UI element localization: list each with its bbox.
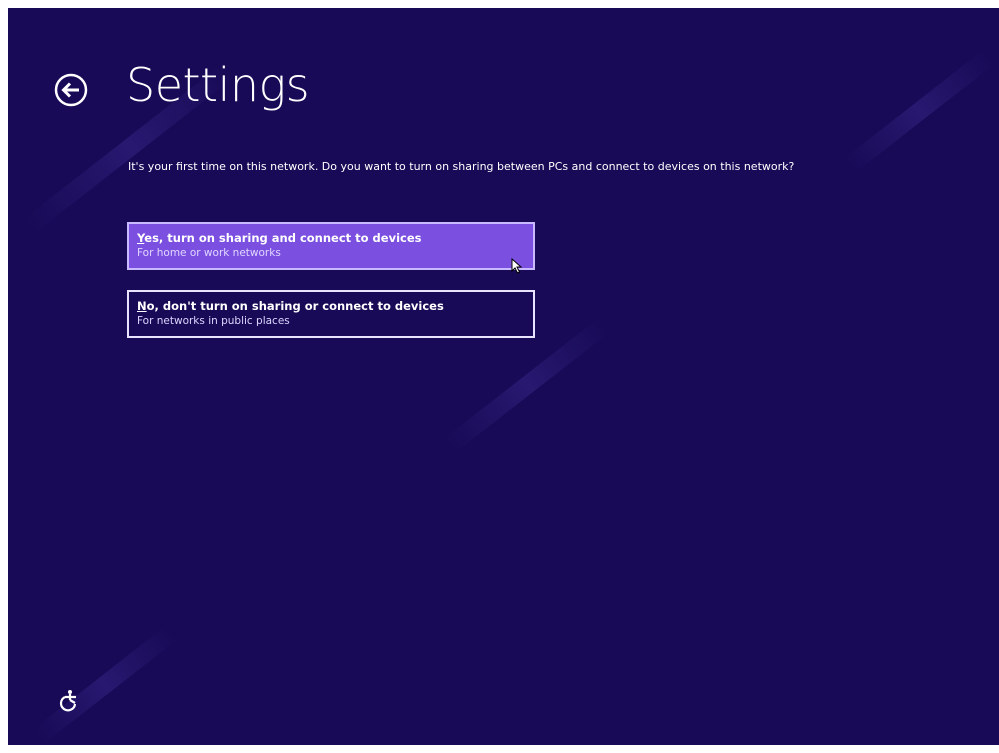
background-streak	[32, 625, 178, 745]
option-title: No, don't turn on sharing or connect to …	[137, 298, 525, 314]
back-button[interactable]	[53, 72, 89, 108]
ease-of-access-button[interactable]	[58, 688, 82, 712]
option-subtitle: For networks in public places	[137, 315, 290, 327]
ease-of-access-icon	[59, 690, 77, 712]
oobe-settings-screen: Settings It's your first time on this ne…	[8, 8, 999, 745]
network-sharing-prompt: It's your first time on this network. Do…	[128, 160, 795, 173]
back-arrow-circle-icon	[54, 73, 88, 107]
option-turn-on-sharing[interactable]: Yes, turn on sharing and connect to devi…	[127, 222, 535, 270]
option-title: Yes, turn on sharing and connect to devi…	[137, 230, 525, 246]
option-title-text: es, turn on sharing and connect to devic…	[144, 231, 422, 245]
mouse-pointer-icon	[511, 257, 523, 274]
option-title-text: o, don't turn on sharing or connect to d…	[146, 299, 444, 313]
page-title: Settings	[126, 58, 310, 112]
background-streak	[842, 49, 996, 175]
option-no-sharing[interactable]: No, don't turn on sharing or connect to …	[127, 290, 535, 338]
option-accesskey: N	[137, 299, 147, 313]
option-subtitle: For home or work networks	[137, 247, 281, 259]
